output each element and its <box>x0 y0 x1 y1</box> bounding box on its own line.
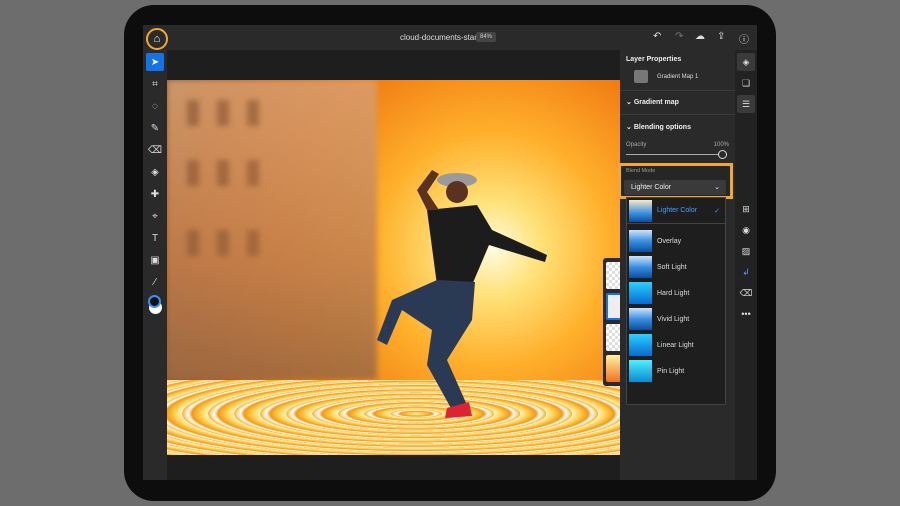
undo-icon[interactable]: ↶ <box>653 31 661 42</box>
blend-mode-dropdown[interactable]: Lighter Color ⌄ <box>624 180 726 195</box>
blend-option[interactable]: Linear Light <box>627 332 725 358</box>
clear-icon[interactable]: ⌫ <box>737 284 755 302</box>
blend-mode-list: Lighter Color ✓ Overlay Soft Light Hard L… <box>626 197 726 405</box>
blend-option[interactable]: Hard Light <box>627 280 725 306</box>
layer-name: Gradient Map 1 <box>657 74 699 80</box>
chevron-down-icon: ⌄ <box>714 184 720 191</box>
panel-title: Layer Properties <box>626 56 682 63</box>
layers-icon[interactable]: ◈ <box>737 53 755 71</box>
chevron-down-icon: ⌄ <box>626 99 634 106</box>
crop-tool-icon[interactable]: ⌖ <box>146 207 164 225</box>
add-mask-icon[interactable]: ⊞ <box>737 200 755 218</box>
blend-option[interactable]: Soft Light <box>627 254 725 280</box>
layer-thumb-background[interactable] <box>606 355 620 382</box>
blend-mode-label: Blend Mode <box>626 168 656 174</box>
color-swatches[interactable] <box>146 295 164 315</box>
checkmark-icon: ✓ <box>714 207 720 215</box>
select-tool-icon[interactable]: ➤ <box>146 53 164 71</box>
opacity-value: 100% <box>713 142 729 148</box>
transform-tool-icon[interactable]: ⌗ <box>146 75 164 93</box>
opacity-slider[interactable] <box>626 154 724 155</box>
eraser-tool-icon[interactable]: ⌫ <box>146 141 164 159</box>
home-icon: ⌂ <box>153 33 161 45</box>
zoom-level[interactable]: 84% <box>476 32 497 42</box>
document-title: cloud-documents-start <box>400 33 480 42</box>
blend-mode-highlight: Blend Mode Lighter Color ⌄ <box>618 163 733 199</box>
canvas-image[interactable] <box>167 80 620 455</box>
lasso-tool-icon[interactable]: ◌ <box>146 97 164 115</box>
layer-properties-panel: Layer Properties Gradient Map 1 ⌄ Gradie… <box>618 50 735 480</box>
blend-option[interactable]: Overlay <box>627 228 725 254</box>
type-tool-icon[interactable]: T <box>146 229 164 247</box>
dancer-figure <box>377 170 547 418</box>
share-icon[interactable]: ⇪ <box>717 31 725 42</box>
right-icon-bar: ◈ ❏ ☰ ⊞ ◉ ▨ ↲ ⌫ ••• <box>735 50 757 480</box>
background-building <box>167 80 377 380</box>
add-layer-icon[interactable]: ❏ <box>737 74 755 92</box>
gradient-map-section[interactable]: ⌄ Gradient map <box>626 98 679 106</box>
healing-tool-icon[interactable]: ✚ <box>146 185 164 203</box>
more-icon[interactable]: ••• <box>737 305 755 323</box>
help-icon[interactable]: ⓘ <box>739 31 749 46</box>
layer-thumb-floor[interactable] <box>606 324 620 351</box>
clip-icon[interactable]: ↲ <box>737 263 755 281</box>
eyedropper-tool-icon[interactable]: ⁄ <box>146 273 164 291</box>
home-button[interactable]: ⌂ <box>146 28 168 50</box>
left-toolbar: ➤ ⌗ ◌ ✎ ⌫ ◈ ✚ ⌖ T ▣ ⁄ <box>143 50 167 480</box>
mask-icon[interactable]: ▨ <box>737 242 755 260</box>
top-bar: ⌂ cloud-documents-start 84% ↶ ↷ ☁ ⇪ ⓘ <box>143 25 757 50</box>
blending-options-section[interactable]: ⌄ Blending options <box>626 123 691 131</box>
redo-icon[interactable]: ↷ <box>675 31 683 42</box>
blend-option[interactable]: Lighter Color ✓ <box>627 198 725 224</box>
visibility-icon[interactable]: ◉ <box>737 221 755 239</box>
fill-tool-icon[interactable]: ◈ <box>146 163 164 181</box>
layer-thumbnail <box>634 70 648 83</box>
layer-thumb-dancer[interactable] <box>606 262 620 289</box>
opacity-slider-handle[interactable] <box>718 150 727 159</box>
layers-thumbnail-strip <box>603 258 620 386</box>
chevron-down-icon: ⌄ <box>626 124 634 131</box>
image-tool-icon[interactable]: ▣ <box>146 251 164 269</box>
blend-option[interactable]: Vivid Light <box>627 306 725 332</box>
app-screen: ⌂ cloud-documents-start 84% ↶ ↷ ☁ ⇪ ⓘ ➤ … <box>143 25 757 480</box>
opacity-label: Opacity <box>626 142 647 148</box>
layer-thumb-gradient-map[interactable] <box>606 293 620 320</box>
brush-tool-icon[interactable]: ✎ <box>146 119 164 137</box>
blend-option[interactable]: Pin Light <box>627 358 725 384</box>
properties-icon[interactable]: ☰ <box>737 95 755 113</box>
cloud-icon[interactable]: ☁ <box>695 31 705 42</box>
